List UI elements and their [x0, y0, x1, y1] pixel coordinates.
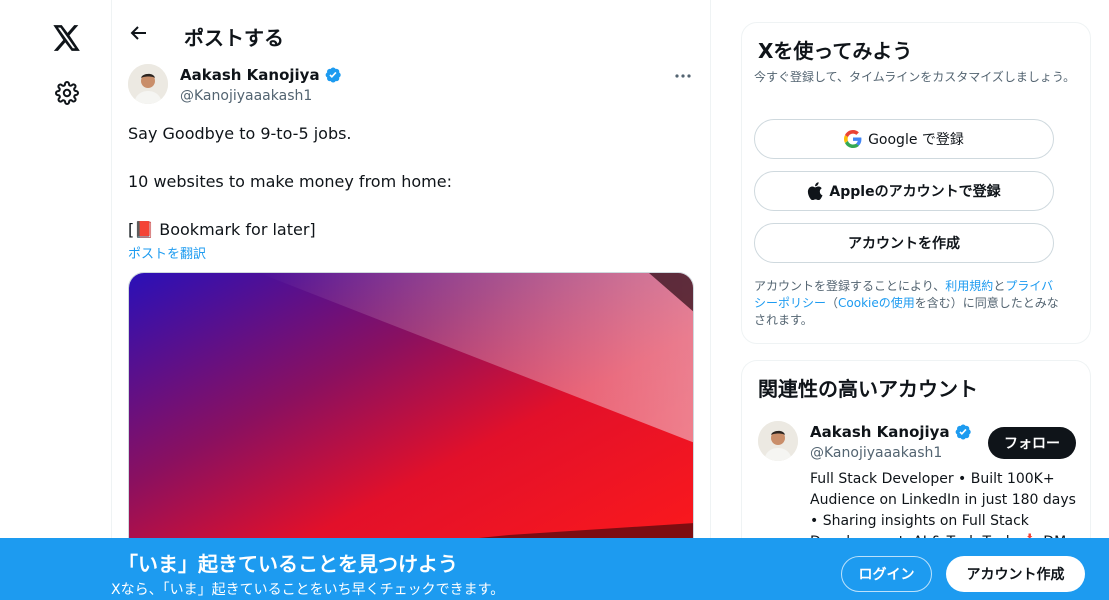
- post-text: Say Goodbye to 9-to-5 jobs. 10 websites …: [128, 122, 688, 242]
- bottom-bar-subtitle: Xなら、「いま」起きていることをいち早くチェックできます。: [111, 582, 505, 598]
- app-root: ポストする Aakash Kanojiya @Kanojiyaaakash1 S…: [0, 0, 1109, 600]
- create-account-button[interactable]: アカウントを作成: [754, 223, 1054, 263]
- page-header: ポストする: [112, 0, 710, 64]
- x-logo-icon[interactable]: [46, 17, 88, 59]
- post-text-line: [📕 Bookmark for later]: [128, 220, 316, 239]
- related-title: 関連性の高いアカウント: [758, 377, 978, 401]
- gear-icon[interactable]: [46, 72, 88, 114]
- back-arrow-icon[interactable]: [124, 18, 154, 48]
- google-signup-button[interactable]: Google で登録: [754, 119, 1054, 159]
- author-handle[interactable]: @Kanojiyaaakash1: [180, 88, 312, 104]
- cookie-link[interactable]: Cookieの使用: [838, 296, 915, 310]
- apple-signup-button[interactable]: Appleのアカウントで登録: [754, 171, 1054, 211]
- translate-post-link[interactable]: ポストを翻訳: [128, 243, 206, 262]
- bottom-create-account-button[interactable]: アカウント作成: [946, 556, 1085, 592]
- author-name[interactable]: Aakash Kanojiya: [180, 66, 342, 84]
- more-options-icon[interactable]: [668, 64, 698, 88]
- signup-title: Xを使ってみよう: [758, 39, 913, 63]
- apple-signup-label: Appleのアカウントで登録: [829, 184, 1001, 200]
- bottom-signup-bar: 「いま」起きていることを見つけよう Xなら、「いま」起きていることをいち早くチェ…: [0, 538, 1109, 600]
- related-account-name-text: Aakash Kanojiya: [810, 423, 950, 441]
- follow-button[interactable]: フォロー: [988, 427, 1076, 459]
- legal-text: と: [993, 279, 1006, 293]
- main-column: ポストする Aakash Kanojiya @Kanojiyaaakash1 S…: [111, 0, 711, 600]
- login-button[interactable]: ログイン: [841, 556, 932, 592]
- google-icon: [844, 130, 862, 148]
- google-signup-label: Google で登録: [868, 132, 964, 148]
- avatar[interactable]: [758, 421, 798, 461]
- terms-link[interactable]: 利用規約: [945, 279, 993, 293]
- post-text-line: Say Goodbye to 9-to-5 jobs.: [128, 124, 352, 143]
- signup-card: Xを使ってみよう 今すぐ登録して、タイムラインをカスタマイズしましょう。 Goo…: [741, 22, 1091, 344]
- left-nav: [0, 0, 112, 600]
- legal-text: アカウントを登録することにより、: [754, 279, 946, 293]
- avatar[interactable]: [128, 64, 168, 104]
- page-title: ポストする: [184, 26, 284, 50]
- post-media-image[interactable]: [128, 272, 694, 572]
- legal-notice: アカウントを登録することにより、利用規約とプライバシーポリシー（Cookieの使…: [754, 278, 1060, 329]
- author-name-text: Aakash Kanojiya: [180, 66, 320, 84]
- verified-badge-icon: [955, 424, 971, 440]
- related-account-handle[interactable]: @Kanojiyaaakash1: [810, 445, 942, 461]
- post-text-line: 10 websites to make money from home:: [128, 172, 452, 191]
- verified-badge-icon: [325, 67, 341, 83]
- create-account-label: アカウントを作成: [848, 236, 960, 252]
- related-account-name[interactable]: Aakash Kanojiya: [810, 423, 972, 441]
- legal-text: （: [826, 296, 839, 310]
- bottom-bar-title: 「いま」起きていることを見つけよう: [118, 552, 458, 576]
- signup-description: 今すぐ登録して、タイムラインをカスタマイズしましょう。: [754, 70, 1076, 84]
- apple-icon: [808, 182, 823, 200]
- post-author: Aakash Kanojiya @Kanojiyaaakash1: [128, 64, 698, 108]
